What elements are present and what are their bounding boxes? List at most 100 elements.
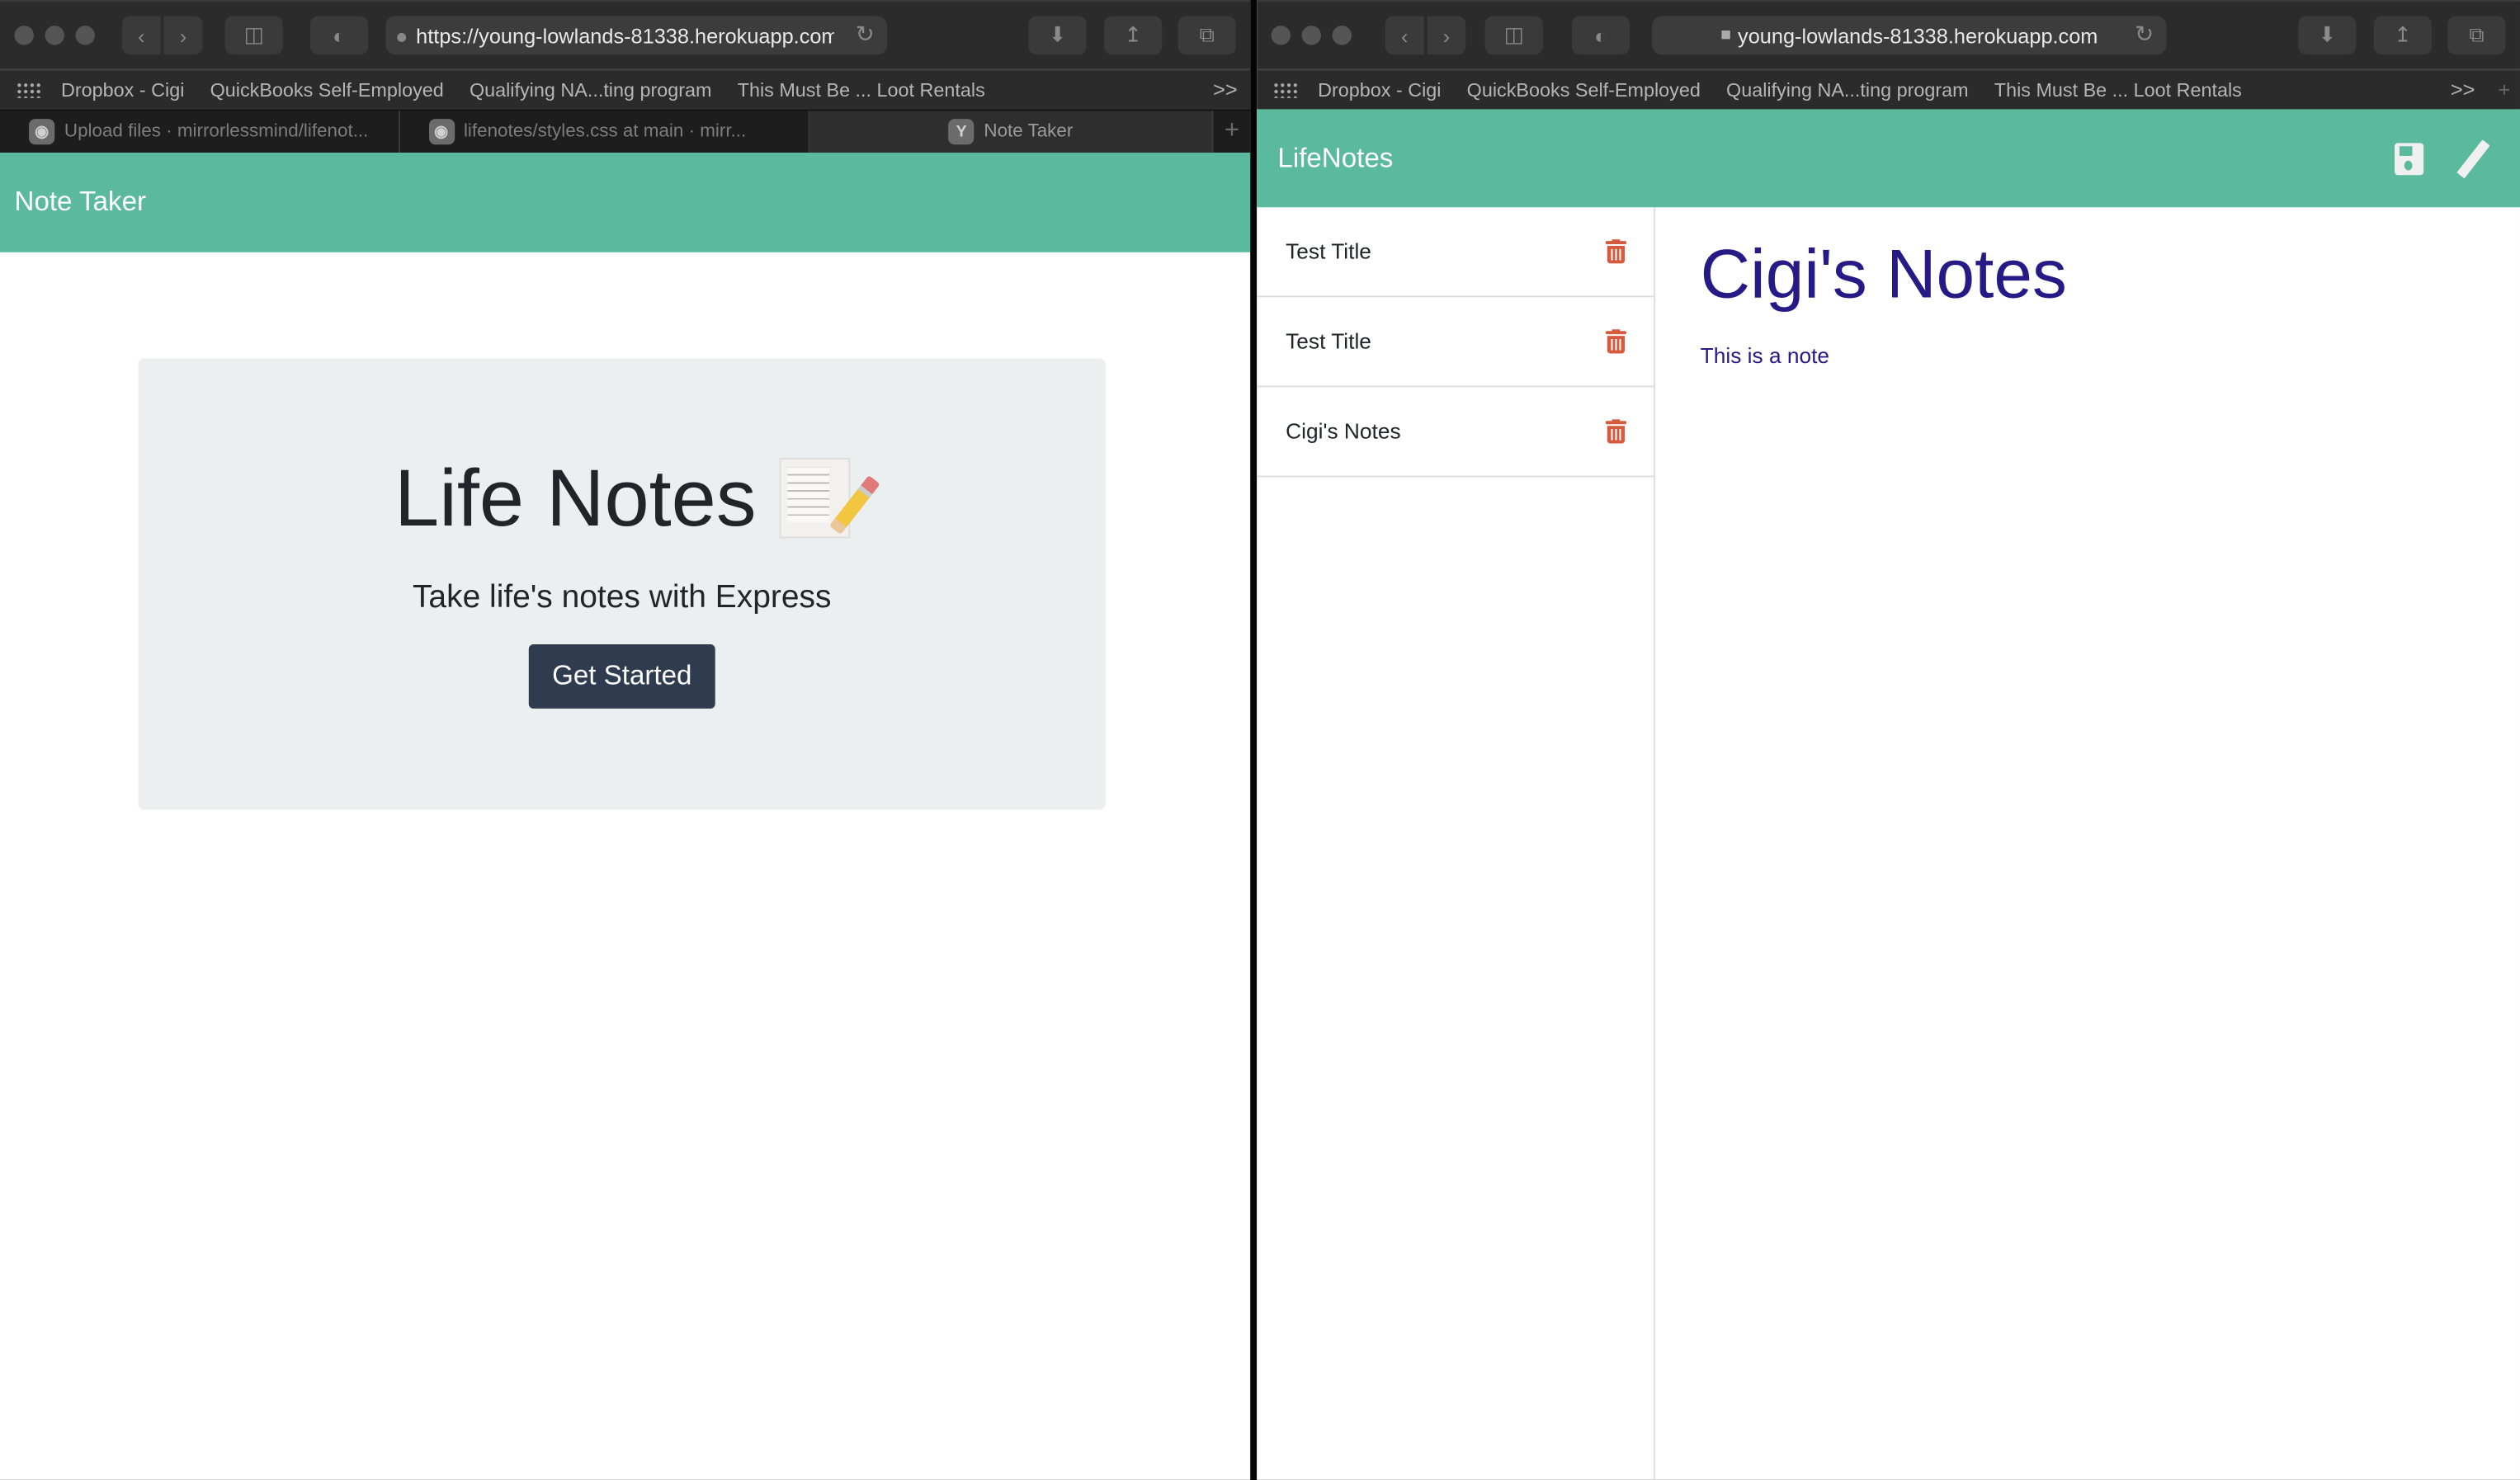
trash-icon[interactable] (1605, 418, 1627, 444)
bookmark-item[interactable]: Dropbox - Cigi (1318, 78, 1441, 101)
bookmark-item[interactable]: This Must Be ... Loot Rentals (1994, 78, 2242, 101)
forward-button[interactable]: › (163, 16, 203, 55)
address-bar[interactable]: ■ young-lowlands-81338.herokuapp.com ↻ (1652, 16, 2167, 55)
browser-window-right: ‹ › ◫ ◐ ■ young-lowlands-81338.herokuapp… (1257, 0, 2520, 1480)
note-title: Test Title (1286, 239, 1371, 264)
share-icon: ↥ (1124, 22, 1142, 47)
trash-icon[interactable] (1605, 238, 1627, 264)
app-navbar: Note Taker (0, 153, 1251, 252)
tabs-overview-icon: ⧉ (1199, 22, 1215, 47)
trash-icon[interactable] (1605, 328, 1627, 354)
tab-note-taker[interactable]: Y Note Taker (809, 111, 1214, 153)
forward-icon: › (179, 23, 187, 48)
sidebar-toggle-button[interactable]: ◫ (1484, 16, 1543, 55)
note-text-area[interactable]: This is a note (1701, 344, 2067, 368)
sidebar-icon: ◫ (243, 22, 264, 47)
zoom-window-button[interactable] (1332, 26, 1352, 45)
url-text: young-lowlands-81338.herokuapp.com (1738, 23, 2098, 48)
note-title-input[interactable]: Cigi's Notes (1701, 236, 2067, 314)
bookmarks-bar: Dropbox - Cigi QuickBooks Self-Employed … (1257, 68, 2520, 110)
window-controls (1271, 26, 1352, 45)
browser-window-left: ‹ › ◫ ◐ ● https://young-lowlands-81338.h… (0, 0, 1251, 1480)
tab-styles-css[interactable]: ◉ lifenotes/styles.css at main · mirr... (399, 111, 810, 153)
github-icon: ◉ (428, 119, 455, 145)
tab-overview-button[interactable]: ⧉ (2447, 16, 2506, 55)
close-window-button[interactable] (14, 26, 34, 45)
bookmarks-bar: Dropbox - Cigi QuickBooks Self-Employed … (0, 68, 1251, 110)
bookmark-item[interactable]: QuickBooks Self-Employed (1467, 78, 1701, 101)
browser-toolbar: ‹ › ◫ ◐ ● https://young-lowlands-81338.h… (0, 0, 1251, 69)
privacy-shield-icon: ◐ (1594, 23, 1607, 48)
screen: ‹ › ◫ ◐ ● https://young-lowlands-81338.h… (0, 0, 2520, 1480)
note-list-item[interactable]: Test Title (1257, 207, 1654, 298)
notes-list: Test Title Test Title Cigi's Notes (1257, 207, 1656, 1480)
hero-subtitle: Take life's notes with Express (412, 580, 832, 615)
share-button[interactable]: ↥ (1104, 16, 1163, 55)
window-divider (1250, 0, 1258, 1480)
app-navbar: LifeNotes (1257, 109, 2520, 208)
navbar-brand[interactable]: Note Taker (15, 186, 147, 219)
privacy-report-button[interactable]: ◐ (309, 16, 369, 55)
window-controls (14, 26, 95, 45)
back-icon: ‹ (1401, 23, 1409, 48)
tab-label: Upload files · mirrorlessmind/lifenot... (64, 122, 369, 142)
tab-bar: ◉ Upload files · mirrorlessmind/lifenot.… (0, 109, 1251, 153)
note-list-item[interactable]: Cigi's Notes (1257, 387, 1654, 478)
privacy-report-button[interactable]: ◐ (1571, 16, 1630, 55)
hero-title-text: Life Notes (394, 453, 757, 544)
note-title: Test Title (1286, 329, 1371, 354)
bookmarks-overflow-button[interactable]: >> (1213, 77, 1238, 101)
sidebar-icon: ◫ (1503, 22, 1524, 47)
privacy-shield-icon: ◐ (333, 23, 346, 48)
get-started-button[interactable]: Get Started (527, 644, 716, 709)
tab-upload-files[interactable]: ◉ Upload files · mirrorlessmind/lifenot.… (0, 111, 400, 153)
github-icon: ◉ (29, 119, 55, 145)
new-tab-button[interactable]: + (1214, 111, 1251, 153)
back-button[interactable]: ‹ (122, 16, 161, 55)
navbar-actions (2395, 139, 2490, 181)
bookmark-item[interactable]: This Must Be ... Loot Rentals (738, 78, 985, 101)
minimize-window-button[interactable] (45, 26, 64, 45)
download-icon: ⬇ (1048, 22, 1067, 47)
forward-button[interactable]: › (1427, 16, 1466, 55)
share-button[interactable]: ↥ (2373, 16, 2432, 55)
bookmark-item[interactable]: Qualifying NA...ting program (1726, 78, 1969, 101)
favorites-grid-icon[interactable] (1272, 82, 1299, 98)
site-favicon: Y (948, 119, 974, 145)
lock-icon: ■ (1720, 26, 1732, 45)
navbar-brand[interactable]: LifeNotes (1277, 142, 1393, 174)
download-icon: ⬇ (2318, 22, 2336, 47)
back-button[interactable]: ‹ (1385, 16, 1424, 55)
note-title: Cigi's Notes (1286, 419, 1401, 444)
bookmark-item[interactable]: Dropbox - Cigi (61, 78, 184, 101)
share-icon: ↥ (2394, 22, 2412, 47)
memo-icon (778, 458, 880, 539)
browser-toolbar: ‹ › ◫ ◐ ■ young-lowlands-81338.herokuapp… (1257, 0, 2520, 69)
bookmarks-overflow-button[interactable]: >> (2451, 77, 2475, 101)
zoom-window-button[interactable] (75, 26, 95, 45)
tab-overview-button[interactable]: ⧉ (1177, 16, 1236, 55)
close-window-button[interactable] (1271, 26, 1291, 45)
note-editor: Cigi's Notes This is a note (1701, 236, 2067, 368)
forward-icon: › (1442, 23, 1451, 48)
downloads-button[interactable]: ⬇ (2298, 16, 2357, 55)
minimize-window-button[interactable] (1301, 26, 1322, 45)
bookmark-item[interactable]: Qualifying NA...ting program (470, 78, 712, 101)
address-bar[interactable]: ● https://young-lowlands-81338.herokuapp… (385, 16, 888, 55)
pencil-icon[interactable] (2456, 139, 2490, 179)
tabs-overview-icon: ⧉ (2469, 22, 2485, 47)
reload-icon[interactable]: ↻ (856, 21, 875, 48)
reload-icon[interactable]: ↻ (2135, 21, 2154, 48)
favorites-grid-icon[interactable] (16, 82, 42, 98)
globe-icon: ● (395, 23, 408, 48)
downloads-button[interactable]: ⬇ (1028, 16, 1087, 55)
new-tab-button[interactable]: + (2499, 77, 2511, 101)
save-icon[interactable] (2395, 143, 2424, 176)
back-icon: ‹ (138, 23, 145, 48)
note-list-item[interactable]: Test Title (1257, 297, 1654, 388)
tab-label: lifenotes/styles.css at main · mirr... (463, 122, 747, 142)
bookmark-item[interactable]: QuickBooks Self-Employed (210, 78, 444, 101)
tab-label: Note Taker (984, 122, 1074, 142)
hero-title: Life Notes (139, 358, 1107, 544)
sidebar-toggle-button[interactable]: ◫ (224, 16, 283, 55)
